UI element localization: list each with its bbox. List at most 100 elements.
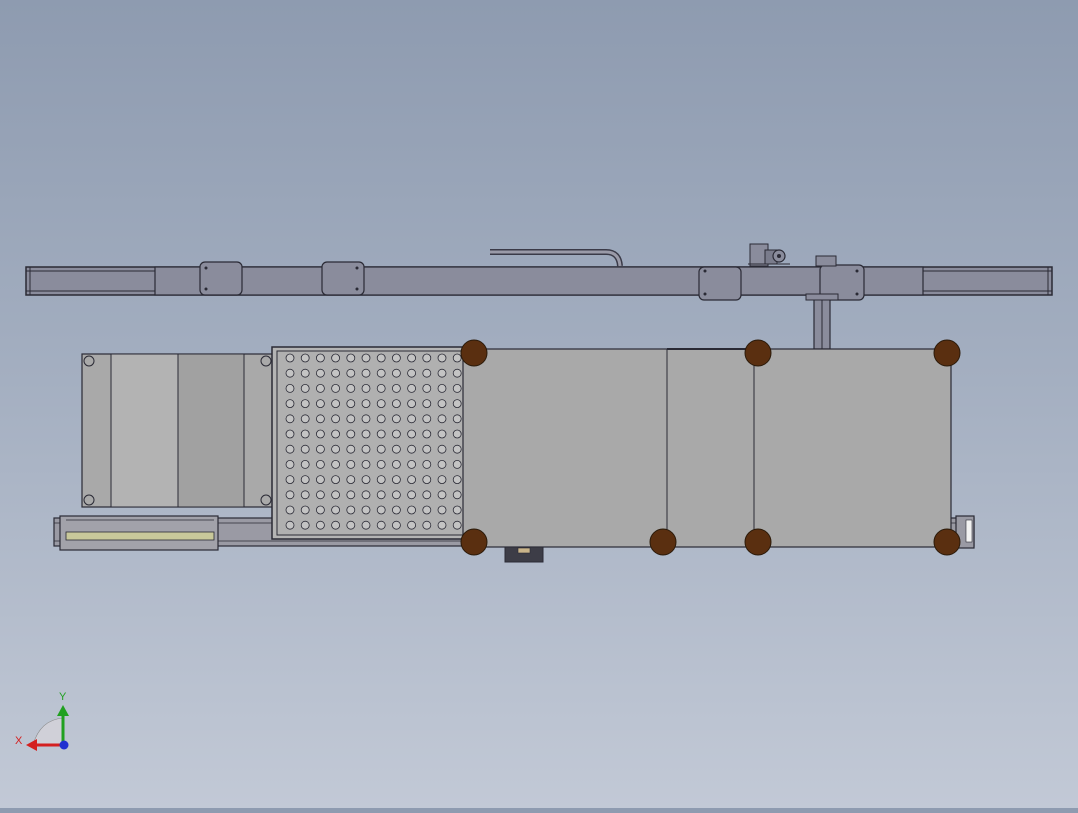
perforation-hole [376, 383, 386, 393]
perforation-hole [331, 368, 341, 378]
perforation-hole [315, 353, 325, 363]
perforation-hole [407, 444, 417, 454]
perforation-hole [422, 505, 432, 515]
perforation-hole [346, 505, 356, 515]
motor-unit [748, 243, 790, 267]
perforation-hole [407, 429, 417, 439]
perforation-hole [346, 520, 356, 530]
perforation-hole [300, 429, 310, 439]
y-axis-arrowhead [57, 705, 69, 716]
perforation-hole [315, 459, 325, 469]
x-axis-label: X [15, 735, 23, 747]
perforation-hole [300, 490, 310, 500]
perforation-hole [391, 520, 401, 530]
vertical-post [805, 293, 839, 350]
perforation-hole [391, 505, 401, 515]
perforation-hole [300, 383, 310, 393]
perforation-hole [391, 383, 401, 393]
perforation-hole [300, 399, 310, 409]
perforation-hole [376, 505, 386, 515]
perforation-hole [422, 459, 432, 469]
x-axis-arrowhead [26, 739, 37, 751]
perforation-hole [376, 353, 386, 363]
perforation-hole [391, 459, 401, 469]
perforation-hole [452, 368, 462, 378]
perforation-hole [331, 520, 341, 530]
perforation-hole [315, 399, 325, 409]
perforation-hole [407, 414, 417, 424]
perforation-hole [285, 459, 295, 469]
perforation-hole [437, 414, 447, 424]
perforation-hole [437, 429, 447, 439]
perforation-hole [361, 353, 371, 363]
perforation-hole [422, 383, 432, 393]
perforation-hole [391, 414, 401, 424]
perforation-hole [331, 353, 341, 363]
perforation-hole [437, 368, 447, 378]
perforation-hole [300, 353, 310, 363]
perforation-hole [315, 429, 325, 439]
perforation-hole [407, 383, 417, 393]
perforation-hole [391, 368, 401, 378]
model-drawing: Y X [15, 243, 1053, 751]
perforation-hole [300, 459, 310, 469]
perforation-hole [452, 383, 462, 393]
perforation-hole [376, 368, 386, 378]
caster-wheel [460, 339, 488, 367]
perforation-hole [315, 383, 325, 393]
perforation-hole [361, 505, 371, 515]
perforation-hole [391, 475, 401, 485]
perforation-hole [361, 475, 371, 485]
perforation-hole [437, 475, 447, 485]
perforation-hole [437, 444, 447, 454]
perforation-hole [331, 444, 341, 454]
drive-box [504, 546, 544, 563]
perforation-hole [437, 459, 447, 469]
perforation-hole [285, 520, 295, 530]
connector-block [815, 255, 837, 267]
perforation-hole [361, 459, 371, 469]
view-triad[interactable]: Y X [15, 691, 69, 751]
caster-wheel [649, 528, 677, 556]
perforation-hole [452, 429, 462, 439]
perforation-hole [407, 368, 417, 378]
perforation-hole [407, 353, 417, 363]
perforation-hole [300, 444, 310, 454]
perforation-hole [315, 368, 325, 378]
perforation-hole [331, 414, 341, 424]
perforation-hole [331, 429, 341, 439]
perforation-hole [346, 459, 356, 469]
perforation-hole [391, 353, 401, 363]
perforation-hole [300, 505, 310, 515]
perforation-hole [376, 520, 386, 530]
cad-viewport[interactable]: Y X [0, 0, 1078, 808]
main-deck [462, 348, 952, 548]
perforation-hole [391, 490, 401, 500]
perforation-hole [361, 490, 371, 500]
perforation-hole [361, 368, 371, 378]
perforation-hole [315, 475, 325, 485]
perforation-hole [376, 475, 386, 485]
perforation-hole [437, 383, 447, 393]
perforation-hole [346, 429, 356, 439]
perforation-hole [376, 444, 386, 454]
perforation-hole [285, 368, 295, 378]
perforation-hole [422, 520, 432, 530]
perforation-hole [346, 353, 356, 363]
perforation-hole [285, 505, 295, 515]
perforation-hole [331, 505, 341, 515]
perforation-hole [422, 414, 432, 424]
perforation-hole [285, 383, 295, 393]
perforation-hole [361, 429, 371, 439]
perforation-hole [300, 475, 310, 485]
perforation-hole [452, 520, 462, 530]
perforation-hole [300, 368, 310, 378]
perforation-hole [331, 383, 341, 393]
perforation-hole [422, 475, 432, 485]
perforated-plate [271, 346, 469, 540]
perforation-hole [346, 475, 356, 485]
perforation-hole [285, 353, 295, 363]
perforation-hole [452, 353, 462, 363]
perforation-hole [315, 444, 325, 454]
clamp-bracket [698, 266, 742, 301]
